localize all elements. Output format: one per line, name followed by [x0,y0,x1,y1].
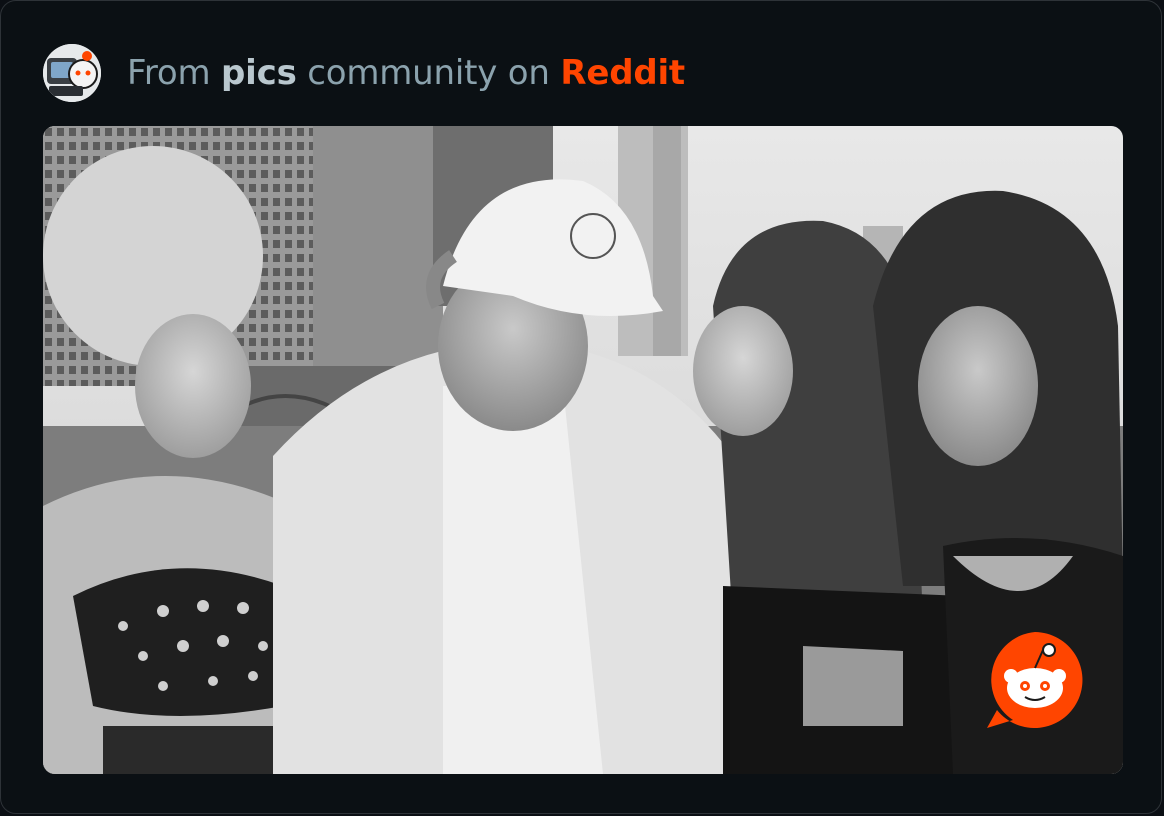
embed-title: From pics community on Reddit [127,53,685,93]
reddit-link[interactable]: Reddit [560,53,685,93]
community-avatar[interactable] [43,44,101,102]
title-middle: community on [296,53,561,93]
embed-header: From pics community on Reddit [43,41,685,105]
photo-illustration [43,126,1123,774]
title-prefix: From [127,53,222,93]
post-image[interactable] [43,126,1123,774]
community-name-link[interactable]: pics [221,53,297,93]
avatar-icon [43,44,101,102]
reddit-snoo-icon [983,628,1087,732]
reddit-embed-card[interactable]: From pics community on Reddit [0,0,1162,814]
